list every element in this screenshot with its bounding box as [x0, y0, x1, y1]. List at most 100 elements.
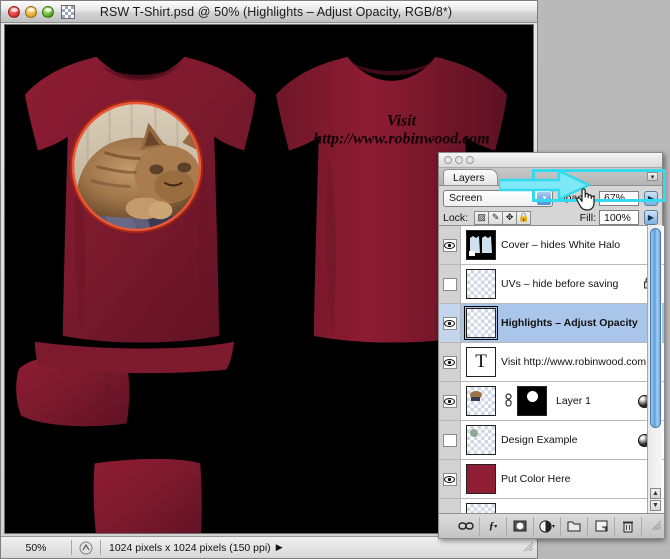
back-print-line2: http://www.robinwood.com — [313, 131, 489, 148]
layer-thumbnail-cover[interactable] — [466, 230, 496, 260]
fill-slider-arrow[interactable]: ▶ — [644, 210, 658, 225]
palette-zoom-button[interactable] — [466, 156, 474, 164]
visibility-cell[interactable] — [439, 343, 461, 381]
lock-label: Lock: — [443, 211, 469, 224]
add-layer-mask-button[interactable] — [507, 516, 534, 536]
add-layer-style-button[interactable]: ƒ ▾ — [480, 516, 507, 536]
layer-thumbnail-layer1[interactable] — [466, 386, 496, 416]
thumbnail-cell[interactable]: T — [461, 347, 501, 377]
psd-document-icon — [61, 4, 75, 19]
new-layer-button[interactable] — [588, 516, 615, 536]
layer-list-scrollbar[interactable]: ▲ ▼ — [647, 225, 662, 513]
layer-list[interactable]: Cover – hides White Halo UVs – hide befo… — [439, 225, 664, 513]
document-titlebar[interactable]: RSW T-Shirt.psd @ 50% (Highlights – Adju… — [1, 1, 537, 23]
thumbnail-cell[interactable] — [461, 464, 501, 494]
lock-image-pixels-button[interactable]: ✎ — [488, 210, 504, 225]
screenshot-root: RSW T-Shirt.psd @ 50% (Highlights – Adju… — [0, 0, 670, 559]
layer-name-highlights: Highlights – Adjust Opacity — [501, 317, 638, 329]
zoom-button[interactable] — [42, 5, 54, 18]
layer-mask-thumbnail[interactable] — [517, 386, 547, 416]
status-menu-arrow[interactable]: ▶ — [276, 542, 283, 553]
link-layers-button[interactable] — [453, 516, 480, 536]
eye-icon-hidden[interactable] — [442, 433, 457, 447]
palette-minimize-button[interactable] — [455, 156, 463, 164]
eye-icon[interactable] — [442, 472, 457, 486]
blend-mode-select[interactable]: Screen ▾ — [443, 189, 554, 207]
palette-bottom-toolbar: ƒ ▾ ▾ — [439, 513, 664, 538]
layer-row-design-example[interactable]: Design Example ▼ — [439, 421, 664, 460]
layers-palette: Layers ▾ Screen ▾ Opacity: 67% ▶ Lock: ▨… — [438, 152, 664, 539]
visibility-cell[interactable] — [439, 382, 461, 420]
blend-mode-row: Screen ▾ Opacity: 67% ▶ — [439, 186, 662, 208]
thumbnail-cell[interactable] — [461, 269, 501, 299]
thumbnail-cell[interactable] — [461, 386, 501, 416]
visibility-cell[interactable] — [439, 265, 461, 303]
close-button[interactable] — [8, 5, 20, 18]
layer-row-highlights[interactable]: Highlights – Adjust Opacity — [439, 304, 664, 343]
layer-thumbnail-uvs[interactable] — [466, 269, 496, 299]
palette-menu-icon[interactable]: ▾ — [647, 172, 658, 181]
visibility-cell[interactable] — [439, 421, 461, 459]
eye-icon[interactable] — [442, 316, 457, 330]
layer-thumbnail-put-color-here[interactable] — [466, 464, 496, 494]
lock-buttons: ▨ ✎ ✥ 🔒 — [474, 210, 532, 225]
eye-icon[interactable] — [442, 238, 457, 252]
layer-row-put-color-here[interactable]: Put Color Here — [439, 460, 664, 499]
visibility-cell[interactable] — [439, 226, 461, 264]
minimize-button[interactable] — [25, 5, 37, 18]
lock-all-button[interactable]: 🔒 — [516, 210, 532, 225]
layer-thumbnail-highlights[interactable] — [464, 306, 498, 340]
window-controls — [1, 5, 54, 18]
cat-photo-circle — [69, 99, 204, 234]
layer-name-uvs: UVs – hide before saving — [501, 278, 619, 290]
eye-icon[interactable] — [442, 394, 457, 408]
layer-row-layer1[interactable]: Layer 1 ▼ — [439, 382, 664, 421]
layer-row-cover[interactable]: Cover – hides White Halo — [439, 226, 664, 265]
scroll-down-arrow[interactable]: ▼ — [650, 500, 661, 511]
document-title: RSW T-Shirt.psd @ 50% (Highlights – Adju… — [99, 4, 453, 19]
palette-close-button[interactable] — [444, 156, 452, 164]
visibility-cell[interactable] — [439, 304, 461, 342]
layer-name-layer1: Layer 1 — [556, 395, 592, 407]
document-size-info: 1024 pixels x 1024 pixels (150 ppi) — [109, 541, 271, 554]
link-icon[interactable] — [504, 392, 513, 410]
layer-name-cover: Cover – hides White Halo — [501, 239, 621, 251]
visibility-cell[interactable] — [439, 499, 461, 513]
opacity-input[interactable]: 67% — [599, 190, 639, 206]
scrollbar-thumb[interactable] — [650, 228, 661, 428]
thumbnail-cell[interactable] — [461, 503, 501, 513]
layer-row-uvs[interactable]: UVs – hide before saving — [439, 265, 664, 304]
palette-titlebar[interactable] — [439, 153, 662, 168]
document-proxy-icon[interactable] — [72, 541, 100, 555]
scroll-up-arrow[interactable]: ▲ — [650, 488, 661, 499]
document-status-bar: 50% 1024 pixels x 1024 pixels (150 ppi) … — [1, 536, 537, 558]
layer-name-put-color-here: Put Color Here — [501, 473, 571, 485]
layer-row-visit-text[interactable]: T Visit http://www.robinwood.com — [439, 343, 664, 382]
layer-thumbnail-text[interactable]: T — [466, 347, 496, 377]
thumbnail-cell[interactable] — [461, 306, 501, 340]
palette-resize-grip[interactable] — [650, 519, 662, 534]
back-print-line1: Visit — [387, 113, 417, 130]
layer-name-design-example: Design Example — [501, 434, 578, 446]
layer-name-visit-text: Visit http://www.robinwood.com — [501, 356, 647, 368]
opacity-group: Opacity: 67% ▶ — [557, 190, 658, 206]
chevron-down-icon[interactable]: ▾ — [537, 191, 552, 205]
thumbnail-cell[interactable] — [461, 230, 501, 260]
layer-row-partial[interactable] — [439, 499, 664, 513]
lock-transparency-button[interactable]: ▨ — [474, 210, 490, 225]
layer-thumbnail-design-example[interactable] — [466, 425, 496, 455]
new-group-button[interactable] — [561, 516, 588, 536]
tab-layers[interactable]: Layers — [443, 169, 498, 185]
delete-layer-button[interactable] — [615, 516, 642, 536]
fill-input[interactable]: 100% — [599, 210, 639, 225]
lock-position-button[interactable]: ✥ — [502, 210, 518, 225]
eye-icon[interactable] — [442, 355, 457, 369]
zoom-level[interactable]: 50% — [1, 542, 71, 554]
visibility-cell[interactable] — [439, 460, 461, 498]
opacity-slider-arrow[interactable]: ▶ — [644, 190, 658, 206]
thumbnail-cell[interactable] — [461, 425, 501, 455]
eye-icon-hidden[interactable] — [442, 277, 457, 291]
new-adjustment-layer-button[interactable]: ▾ — [534, 516, 561, 536]
resize-grip-icon[interactable] — [522, 540, 534, 555]
layer-thumbnail-partial[interactable] — [466, 503, 496, 513]
